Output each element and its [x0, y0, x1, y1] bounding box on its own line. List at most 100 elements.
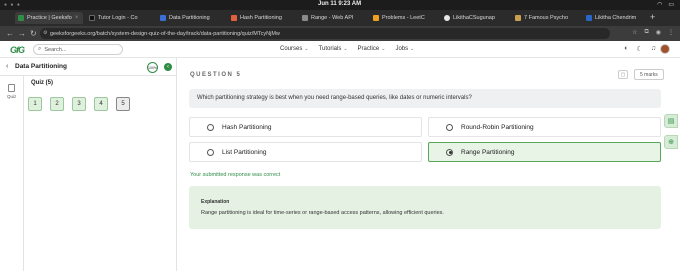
- sidebar-rail: Quiz: [0, 76, 24, 271]
- tab-favicon-icon: [373, 15, 379, 21]
- tab-favicon-icon: [18, 15, 24, 21]
- tab-favicon-icon: [515, 15, 521, 21]
- discuss-icon[interactable]: ▢: [618, 70, 628, 79]
- collapse-sidebar-icon[interactable]: ‹: [164, 63, 172, 71]
- profile-icon[interactable]: ◉: [656, 29, 661, 36]
- answer-feedback: Your submitted response was correct: [190, 172, 281, 178]
- nav-label: Jobs: [395, 46, 409, 52]
- browser-tab[interactable]: Data Partitioning: [157, 12, 225, 24]
- tab-label: Hash Partitioning: [240, 15, 282, 21]
- answer-option[interactable]: List Partitioning: [189, 142, 422, 162]
- dark-mode-icon[interactable]: ☾: [636, 45, 642, 53]
- browser-tab[interactable]: Tutor Login - Co: [86, 12, 154, 24]
- search-placeholder: Search...: [44, 46, 67, 53]
- tab-favicon-icon: [89, 15, 95, 21]
- os-menu-bar: ● ● ● Jun 11 9:23 AM ◠ ▭: [0, 0, 680, 10]
- nav-jobs[interactable]: Jobs ⌄: [395, 46, 414, 52]
- chevron-down-icon: ⌄: [381, 46, 386, 52]
- back-arrow-icon[interactable]: ←: [6, 29, 14, 38]
- top-navigation: Courses ⌄ Tutorials ⌄ Practice ⌄ Jobs ⌄: [280, 46, 414, 52]
- browser-tab[interactable]: LikithaCSugunap: [441, 12, 509, 24]
- extensions-icon[interactable]: ⧉: [644, 29, 648, 36]
- tab-label: Practice | Geeksfo: [27, 15, 72, 21]
- chat-support-icon[interactable]: ▤: [664, 114, 678, 128]
- system-clock: Jun 11 9:23 AM: [318, 1, 362, 7]
- nav-label: Tutorials: [318, 46, 342, 52]
- explanation-heading: Explanation: [201, 199, 230, 205]
- sidebar-header: ‹ Data Partitioning 100% ‹: [0, 58, 177, 76]
- question-number-button[interactable]: 2: [50, 97, 64, 111]
- radio-button[interactable]: [446, 123, 453, 131]
- tab-label: 7 Famous Psycho: [524, 15, 569, 21]
- tab-favicon-icon: [231, 15, 237, 21]
- progress-ring: 100%: [147, 62, 158, 73]
- site-search-input[interactable]: ⌕ Search...: [33, 44, 123, 55]
- radio-button[interactable]: [207, 123, 214, 131]
- answer-option[interactable]: Round-Robin Partitioning: [428, 117, 661, 137]
- tab-label: Likitha Chendrim: [595, 15, 637, 21]
- browser-tab[interactable]: Range - Web API: [299, 12, 367, 24]
- radio-button[interactable]: [207, 148, 214, 156]
- question-number-button[interactable]: 4: [94, 97, 108, 111]
- add-note-icon[interactable]: ⊕: [664, 135, 678, 149]
- new-tab-icon[interactable]: +: [650, 12, 655, 22]
- user-avatar[interactable]: [660, 44, 670, 54]
- marks-badge: 5 marks: [634, 69, 664, 80]
- browser-tab[interactable]: 7 Famous Psycho: [512, 12, 580, 24]
- answer-option[interactable]: Hash Partitioning: [189, 117, 422, 137]
- reload-icon[interactable]: ↻: [30, 29, 37, 38]
- chevron-down-icon: ⌄: [343, 46, 348, 52]
- nav-tutorials[interactable]: Tutorials ⌄: [319, 46, 348, 52]
- question-number-button[interactable]: 3: [72, 97, 86, 111]
- browser-tab[interactable]: Practice | Geeksfo ×: [15, 12, 83, 24]
- rail-quiz-label: Quiz: [7, 94, 17, 99]
- gfg-logo[interactable]: GfG: [10, 45, 25, 55]
- kebab-menu-icon[interactable]: ⋮: [668, 29, 674, 36]
- nav-courses[interactable]: Courses ⌄: [280, 46, 309, 52]
- browser-tab[interactable]: Likitha Chendrim: [583, 12, 647, 24]
- option-label: Hash Partitioning: [222, 123, 272, 131]
- browser-toolbar: ← → ↻ ⚙ geeksforgeeks.org/batch/system-d…: [0, 26, 680, 41]
- answer-option-selected[interactable]: Range Partitioning: [428, 142, 661, 162]
- bookmark-star-icon[interactable]: ☆: [632, 29, 637, 36]
- option-label: List Partitioning: [222, 148, 267, 156]
- header-icons: ◐ ☾ ♫: [624, 45, 656, 53]
- browser-action-icons: ☆ ⧉ ◉ ⋮: [632, 29, 674, 36]
- nav-label: Practice: [357, 46, 380, 52]
- question-number-button[interactable]: 5: [116, 97, 130, 111]
- tab-label: Tutor Login - Co: [98, 15, 138, 21]
- tab-close-icon[interactable]: ×: [75, 15, 79, 21]
- forward-arrow-icon[interactable]: →: [18, 29, 26, 38]
- wifi-icon: ◠: [657, 2, 663, 8]
- question-label: QUESTION 5: [190, 72, 242, 78]
- quiz-main: QUESTION 5 ▢ 5 marks Which partitioning …: [178, 58, 680, 271]
- question-text: Which partitioning strategy is best when…: [189, 89, 661, 108]
- tab-favicon-icon: [302, 15, 308, 21]
- nav-practice[interactable]: Practice ⌄: [358, 46, 386, 52]
- option-label: Round-Robin Partitioning: [461, 123, 534, 131]
- radio-button-selected[interactable]: [446, 148, 453, 156]
- url-bar[interactable]: ⚙ geeksforgeeks.org/batch/system-design-…: [40, 28, 610, 39]
- quiz-icon[interactable]: [8, 84, 15, 92]
- browser-tab[interactable]: Hash Partitioning: [228, 12, 296, 24]
- system-status-icons: ◠ ▭: [657, 1, 674, 8]
- tab-label: LikithaCSugunap: [453, 15, 495, 21]
- course-sidebar: ‹ Data Partitioning 100% ‹ Quiz Quiz (5)…: [0, 58, 177, 271]
- notification-bell-icon[interactable]: ♫: [651, 45, 656, 53]
- nav-label: Courses: [280, 46, 303, 52]
- sidebar-title: Data Partitioning: [15, 63, 68, 70]
- browser-tab-strip: Practice | Geeksfo × Tutor Login - Co Da…: [0, 10, 680, 26]
- site-header: GfG ⌕ Search... Courses ⌄ Tutorials ⌄ Prac…: [0, 41, 680, 58]
- site-info-icon[interactable]: ⚙: [43, 30, 47, 36]
- explanation-panel: Explanation Range partitioning is ideal …: [189, 186, 661, 229]
- search-icon: ⌕: [38, 46, 42, 52]
- battery-icon: ▭: [668, 2, 674, 8]
- url-text: geeksforgeeks.org/batch/system-design-qu…: [50, 30, 280, 37]
- question-number-button[interactable]: 1: [28, 97, 42, 111]
- tab-label: Range - Web API: [311, 15, 354, 21]
- tab-favicon-icon: [160, 15, 166, 21]
- browser-tab[interactable]: Problems - LeetC: [370, 12, 438, 24]
- fire-streak-icon[interactable]: ◐: [624, 45, 628, 53]
- window-controls[interactable]: ● ● ●: [4, 2, 21, 8]
- chevron-left-icon[interactable]: ‹: [6, 63, 8, 70]
